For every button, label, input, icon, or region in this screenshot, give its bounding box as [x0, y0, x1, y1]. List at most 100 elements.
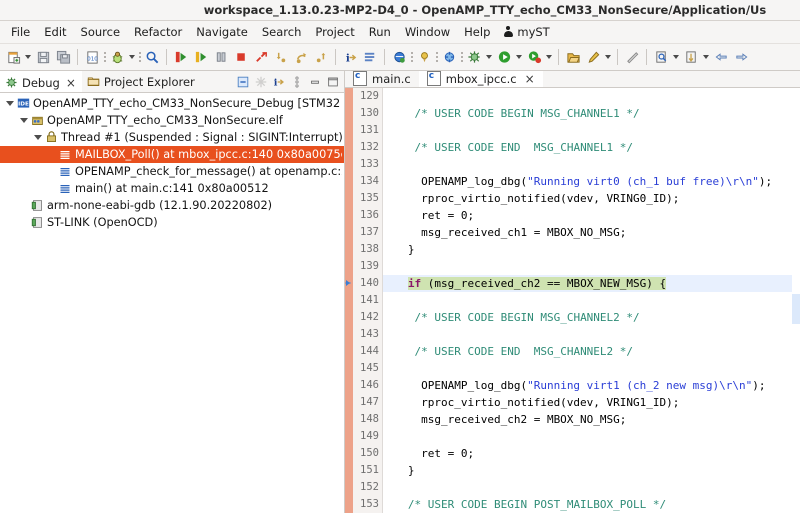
maximize-icon[interactable] — [324, 73, 341, 90]
caret-down-icon[interactable] — [127, 48, 137, 66]
build-all-icon[interactable]: 010 — [82, 47, 102, 67]
debug-run-icon[interactable] — [524, 47, 544, 67]
collapse-all-icon[interactable] — [234, 73, 251, 90]
editor-tab-main-c[interactable]: main.c — [345, 71, 419, 87]
memory-icon[interactable] — [389, 47, 409, 67]
code-editor[interactable]: 129 130 131 132 133 134 135 136 137 138 139 140 141 1… — [345, 87, 800, 513]
close-icon[interactable]: × — [525, 73, 535, 85]
menu-project[interactable]: Project — [308, 23, 361, 41]
debug-tree-row[interactable]: IDE OpenAMP_TTY_echo_CM33_NonSecure_Debug… — [0, 95, 344, 112]
menu-help[interactable]: Help — [457, 23, 497, 41]
caret-down-icon[interactable] — [484, 48, 494, 66]
step-over-icon[interactable] — [191, 47, 211, 67]
code-line[interactable]: } — [383, 241, 800, 258]
code-line[interactable]: /* USER CODE BEGIN POST_MAILBOX_POLL */ — [383, 496, 800, 513]
search-debug-icon[interactable] — [142, 47, 162, 67]
save-all-icon[interactable] — [53, 47, 73, 67]
code-line[interactable]: OPENAMP_log_dbg("Running virt1 (ch_2 new… — [383, 377, 800, 394]
code-line[interactable]: } — [383, 462, 800, 479]
code-line[interactable] — [383, 479, 800, 496]
menu-edit[interactable]: Edit — [37, 23, 73, 41]
editor-tab-mbox_ipcc-c[interactable]: mbox_ipcc.c × — [418, 71, 543, 87]
suspend-icon[interactable] — [211, 47, 231, 67]
next-annotation-icon[interactable] — [681, 47, 701, 67]
code-line[interactable] — [383, 428, 800, 445]
code-line[interactable]: msg_received_ch2 = MBOX_NO_MSG; — [383, 411, 800, 428]
menu-file[interactable]: File — [4, 23, 37, 41]
minimize-icon[interactable] — [306, 73, 323, 90]
debug-tree-row[interactable]: arm-none-eabi-gdb (12.1.90.20220802) — [0, 197, 344, 214]
forward-icon[interactable] — [731, 47, 751, 67]
save-icon[interactable] — [33, 47, 53, 67]
code-line[interactable]: msg_received_ch1 = MBOX_NO_MSG; — [383, 224, 800, 241]
resume-icon[interactable] — [171, 47, 191, 67]
code-line[interactable]: ret = 0; — [383, 445, 800, 462]
disconnected-launches-icon[interactable] — [252, 73, 269, 90]
step-out-icon[interactable] — [311, 47, 331, 67]
chevron-down-icon[interactable] — [32, 132, 44, 144]
step-return-icon[interactable] — [291, 47, 311, 67]
debug-tree-row[interactable]: Thread #1 (Suspended : Signal : SIGINT:I… — [0, 129, 344, 146]
run-icon[interactable] — [494, 47, 514, 67]
ruler-icon[interactable] — [622, 47, 642, 67]
code-line[interactable]: rproc_virtio_notified(vdev, VRING1_ID); — [383, 394, 800, 411]
caret-down-icon[interactable] — [671, 48, 681, 66]
registers-icon[interactable] — [360, 47, 380, 67]
view-tab-project-explorer[interactable]: Project Explorer — [82, 71, 201, 92]
caret-down-icon[interactable] — [544, 48, 554, 66]
swv-icon[interactable] — [414, 47, 434, 67]
debug-stack-frame-row-selected[interactable]: MAILBOX_Poll() at mbox_ipcc.c:140 0x80a0… — [0, 146, 344, 163]
chevron-down-icon[interactable] — [4, 98, 16, 110]
new-file-icon[interactable] — [3, 47, 23, 67]
menu-navigate[interactable]: Navigate — [189, 23, 255, 41]
caret-down-icon[interactable] — [23, 48, 33, 66]
close-icon[interactable]: × — [66, 77, 76, 89]
debug-tree-row[interactable]: OPENAMP_check_for_message() at openamp.c… — [0, 163, 344, 180]
code-line[interactable] — [383, 258, 800, 275]
back-icon[interactable] — [711, 47, 731, 67]
code-line[interactable]: /* USER CODE BEGIN MSG_CHANNEL2 */ — [383, 309, 800, 326]
code-line[interactable]: /* USER CODE END MSG_CHANNEL2 */ — [383, 343, 800, 360]
debug-tree-row[interactable]: ST-LINK (OpenOCD) — [0, 214, 344, 231]
debug-stack-tree[interactable]: IDE OpenAMP_TTY_echo_CM33_NonSecure_Debug… — [0, 93, 344, 513]
caret-down-icon[interactable] — [701, 48, 711, 66]
code-line-current[interactable]: if (msg_received_ch2 == MBOX_NEW_MSG) { — [383, 274, 800, 292]
terminate-icon[interactable] — [231, 47, 251, 67]
view-tab-debug[interactable]: Debug × — [0, 71, 82, 92]
info-icon[interactable]: i — [340, 47, 360, 67]
chevron-down-icon[interactable] — [18, 115, 30, 127]
search-file-icon[interactable] — [651, 47, 671, 67]
menu-search[interactable]: Search — [255, 23, 309, 41]
debug-tree-row[interactable]: main() at main.c:141 0x80a00512 — [0, 180, 344, 197]
disconnect-icon[interactable] — [251, 47, 271, 67]
code-line[interactable] — [383, 292, 800, 309]
menu-run[interactable]: Run — [362, 23, 398, 41]
code-line[interactable]: /* USER CODE END MSG_CHANNEL1 */ — [383, 139, 800, 156]
code-line[interactable] — [383, 88, 800, 105]
code-line[interactable] — [383, 326, 800, 343]
debug-tree-row[interactable]: OpenAMP_TTY_echo_CM33_NonSecure.elf — [0, 112, 344, 129]
code-line[interactable]: ret = 0; — [383, 207, 800, 224]
caret-down-icon[interactable] — [603, 48, 613, 66]
vertical-dots-icon[interactable] — [288, 73, 305, 90]
debug-bug-icon[interactable] — [107, 47, 127, 67]
build-config-icon[interactable] — [464, 47, 484, 67]
editor-vertical-scrollbar[interactable] — [792, 87, 800, 513]
faults-icon[interactable] — [439, 47, 459, 67]
menu-myst-account[interactable]: myST — [497, 23, 556, 41]
code-line[interactable]: rproc_virtio_notified(vdev, VRING0_ID); — [383, 190, 800, 207]
pencil-icon[interactable] — [583, 47, 603, 67]
code-line[interactable] — [383, 360, 800, 377]
step-into-icon[interactable] — [271, 47, 291, 67]
code-line[interactable]: /* USER CODE BEGIN MSG_CHANNEL1 */ — [383, 105, 800, 122]
code-line[interactable] — [383, 122, 800, 139]
menu-source[interactable]: Source — [74, 23, 128, 41]
caret-down-icon[interactable] — [514, 48, 524, 66]
code-line[interactable]: OPENAMP_log_dbg("Running virt0 (ch_1 buf… — [383, 173, 800, 190]
menu-refactor[interactable]: Refactor — [127, 23, 189, 41]
editor-code-area[interactable]: /* USER CODE BEGIN MSG_CHANNEL1 */ /* US… — [383, 87, 800, 513]
open-project-icon[interactable] — [563, 47, 583, 67]
menu-window[interactable]: Window — [398, 23, 457, 41]
code-line[interactable] — [383, 156, 800, 173]
view-menu-icon[interactable]: i — [270, 73, 287, 90]
